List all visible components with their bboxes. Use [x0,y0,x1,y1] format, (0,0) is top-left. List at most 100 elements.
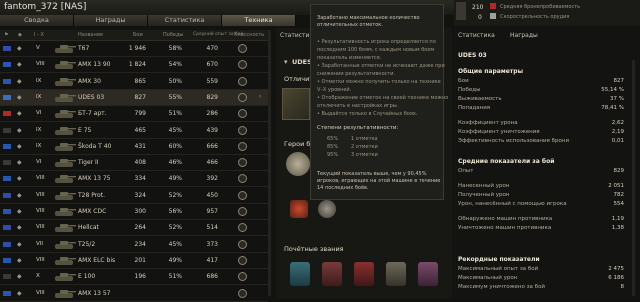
tooltip-level-pct: 85% [327,144,339,150]
main-tabs: Сводка Награды Статистика Техника [0,15,296,26]
vehicle-row[interactable]: ◆ VII T25/2 234 45% 373 [0,237,268,253]
col-battles[interactable]: Бои [133,32,143,38]
table-scrollbar[interactable] [268,30,271,296]
tab-statistics[interactable]: Статистика [148,15,222,26]
nation-flag-icon [3,127,11,133]
vehicle-row[interactable]: ◆ VIII T28 Prot. 324 52% 450 [0,188,268,204]
vehicle-avg-xp: 514 [206,224,218,232]
vehicle-row[interactable]: ◆ VIII AMX 13 90 1 824 54% 670 [0,57,268,74]
tank-icon [54,76,76,87]
tooltip-bullet: V–X уровней. [317,87,352,93]
stat-label: Обнаружено машин противника [458,216,553,222]
vehicle-row[interactable]: ◆ X E 100 196 51% 686 [0,269,268,286]
tab-summary[interactable]: Сводка [0,15,74,26]
vehicle-row[interactable]: ◆ VIII AMX ELC bis 201 49% 417 [0,253,268,269]
vehicle-row[interactable]: ◆ VIII AMX 13 57 [0,286,268,302]
vehicle-battles: 334 [134,175,146,183]
vehicle-row[interactable]: ◆ VI Tiger II 408 46% 466 [0,155,268,172]
vehicle-class-icon: ◆ [17,45,22,52]
vehicle-row[interactable]: ◆ VIII Hellcat 264 52% 514 [0,220,268,237]
stats-scrollbar[interactable] [632,60,635,296]
stat-row: Победы 55,14 % [458,87,624,95]
vehicle-class-icon: ◆ [17,159,22,167]
tooltip-bullet: отключить в настройках игры. [317,103,399,109]
mid-tab-statistics[interactable]: Статисти [280,32,309,39]
stat-row: Коэффициент уничтожения 2,19 [458,129,624,137]
class-filter-icon[interactable]: ◆ [18,32,22,38]
vehicle-name: БТ-7 арт. [78,110,107,118]
col-name[interactable]: Название [78,32,103,38]
tank-icon [54,92,76,103]
vehicle-battles: 1 946 [128,45,146,52]
vehicle-class-icon: ◆ [17,93,22,101]
tooltip-bullet: снижении результативности. [317,71,396,77]
vehicle-tier: VIII [36,61,45,68]
mid-section-titles: Почётные звания [284,245,344,253]
vehicle-row[interactable]: ◆ V T67 1 946 58% 470 [0,41,268,57]
vehicle-thumbnail [456,2,466,20]
nation-filter-icon[interactable]: ⚑ [4,32,8,38]
right-tab-statistics[interactable]: Статистика [458,32,495,39]
tank-icon [54,59,76,70]
stat-label: Урон, нанесённый с помощью игрока [458,201,567,207]
stat-row: Максимальный урон 6 186 [458,275,624,283]
mastery-badge-icon [238,158,247,168]
title-badge-1-icon [290,262,310,286]
tank-icon [54,157,76,168]
mid-section-marks: Отличит [284,75,314,83]
vehicle-row[interactable]: ◆ IX AMX 30 865 50% 559 [0,74,268,90]
vehicle-row[interactable]: ◆ VI БТ-7 арт. 799 51% 286 [0,106,268,123]
right-tab-awards[interactable]: Награды [510,32,538,39]
vehicle-winrate: 52% [168,191,182,199]
top-right-stats: 210 Средняя бронепробиваемость 0 Скорост… [454,0,640,26]
stat-row: Уничтожено машин противника 1,38 [458,225,624,233]
vehicle-row[interactable]: ◆ VIII AMX 13 75 334 49% 392 [0,171,268,188]
stat-row: Попадания 78,41 % [458,105,624,113]
stat-label: Попадания [458,105,491,111]
vehicle-avg-xp: 417 [206,256,218,264]
tooltip-level-label: 2 отметки [351,144,378,150]
nation-flag-icon [3,111,11,117]
vehicle-battles: 799 [134,110,146,118]
vehicle-row[interactable]: ◆ VIII AMX CDC 300 56% 957 [0,204,268,220]
mid-collapse-icon[interactable]: ▾ [284,58,288,66]
vehicle-avg-xp: 466 [206,159,218,167]
vehicle-row[interactable]: ◆ IX Škoda T 40 431 60% 666 [0,139,268,155]
vehicle-avg-xp: 439 [206,126,218,134]
tank-icon [54,288,76,299]
tab-vehicles[interactable]: Техника [222,15,296,26]
nation-flag-icon [3,241,11,247]
vehicle-row[interactable]: ◆ IX E 75 465 45% 439 [0,123,268,139]
col-mastery[interactable]: Классность [234,32,264,38]
col-tier[interactable]: I - X [34,32,44,38]
vehicle-avg-xp: 957 [206,208,218,215]
vehicle-class-icon: ◆ [17,191,22,199]
vehicle-row[interactable]: ◆ IX UDES 03 827 55% 829 › [0,89,268,106]
nation-flag-icon [3,209,11,214]
stat-label: Опыт [458,168,474,174]
tooltip-bullet: • Заработанные отметки не исчезают даже … [317,63,445,69]
stat-value: 554 [613,201,625,207]
rof-value: 0 [478,14,482,21]
tooltip-level-label: 1 отметка [351,136,378,142]
vehicle-name: AMX 13 57 [78,289,111,297]
tooltip-level-pct: 95% [327,152,339,158]
vehicle-tier: VIII [36,289,45,296]
stat-row: Опыт 829 [458,168,624,176]
vehicle-battles: 408 [134,159,146,167]
stat-label: Выживаемость [458,96,502,102]
nation-flag-icon [3,274,11,280]
vehicle-winrate: 58% [168,45,182,52]
stat-row: Нанесенный урон 2 051 [458,183,624,191]
mastery-badge-icon [238,223,247,233]
vehicle-tier: VI [36,159,42,166]
tab-awards[interactable]: Награды [74,15,148,26]
stat-value: 8 [620,284,625,290]
stat-label: Эффективность использования брони [458,138,570,144]
tooltip-levels-title: Степени результативности: [317,125,399,131]
stat-label: Коэффициент уничтожения [458,129,540,135]
vehicle-tier: VIII [36,175,45,182]
col-wins[interactable]: Победы [163,32,183,38]
tooltip-bullet: • Выдаётся только в Случайных боях. [317,111,418,117]
vehicle-name: AMX CDC [78,208,107,215]
